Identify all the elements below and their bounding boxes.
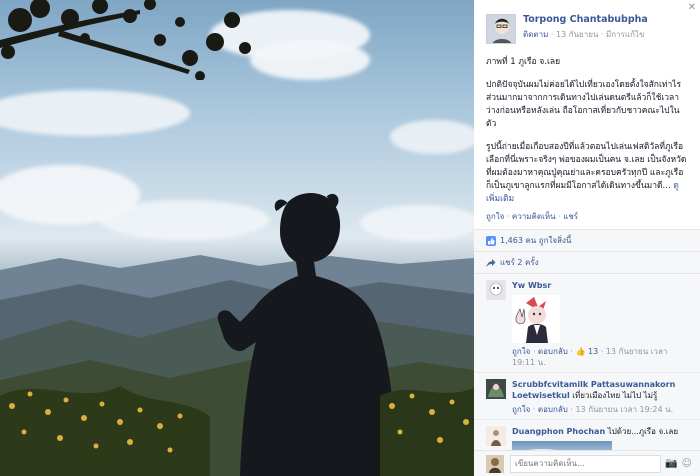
commenter-name[interactable]: Yw Wbsr [512,280,690,291]
cloud [390,120,474,154]
comment-input[interactable] [510,454,662,473]
like-count: 1,463 คน ถูกใจสิ่งนี้ [500,236,572,245]
post-paragraph: ปกติปัจจุบันผมไม่ค่อยได้ไปเที่ยวเองโดยตั… [486,80,682,129]
post-actions: ถูกใจ · ความคิดเห็น · แชร์ [486,212,579,221]
post-stats: 1,463 คน ถูกใจสิ่งนี้ แชร์ 2 ครั้ง [474,229,700,274]
comment-reply-button[interactable]: ตอบกลับ [538,405,568,414]
commenter-avatar[interactable] [486,426,506,446]
like-icon [486,235,496,246]
comment-time[interactable]: 13 กันยายน เวลา 19:24 น. [575,405,673,414]
like-button[interactable]: ถูกใจ [486,212,504,221]
commenter-name[interactable]: Duangphon Phochan [512,427,605,436]
comment-like-button[interactable]: ถูกใจ [512,405,530,414]
cloud [250,40,370,80]
like-count-row[interactable]: 1,463 คน ถูกใจสิ่งนี้ [474,230,700,252]
photo[interactable] [0,0,474,476]
comment-meta: ถูกใจ · ตอบกลับ · 13 กันยายน เวลา 19:24 … [512,405,674,414]
comment: Scrubbfcvitamilk Pattasuwannakorn Loetwi… [474,373,700,420]
flower-foliage [0,386,474,476]
photo-viewer: ✕ Torpong Chantabubpha ติดตาม · 13 กันยา… [0,0,700,476]
comment-text: เที่ยวเมืองไทย ไม่ไป ไม่รู้ [572,391,658,400]
emoji-icon[interactable]: ☺ [682,458,692,469]
comment-button[interactable]: ความคิดเห็น [512,212,556,221]
post-date[interactable]: 13 กันยายน [556,30,598,39]
tree-branches [0,0,251,80]
post-header: Torpong Chantabubpha ติดตาม · 13 กันยายน… [474,0,700,52]
user-avatar [486,454,504,473]
edited-label[interactable]: มีการแก้ไข [606,30,644,39]
author-name[interactable]: Torpong Chantabubpha [523,14,648,25]
share-icon [486,258,496,267]
close-icon[interactable]: ✕ [688,2,696,13]
comment-composer: 📷 ☺ [474,450,700,476]
follow-link[interactable]: ติดตาม [523,30,548,39]
share-count: แชร์ 2 ครั้ง [500,258,539,267]
post-body: ภาพที่ 1 ภูเรือ จ.เลย ปกติปัจจุบันผมไม่ค… [474,52,700,206]
post-panel: ✕ Torpong Chantabubpha ติดตาม · 13 กันยา… [474,0,700,476]
comment-text: ไปด้วย...ภูเรือ จ.เลย [607,427,678,436]
comment-like-count[interactable]: 13 [588,347,598,356]
author-avatar[interactable] [486,14,516,44]
comment: Yw Wbsr ถูกใจ · ตอบกลับ · 👍 13 · 13 กันย… [474,274,700,373]
comment-meta: ถูกใจ · ตอบกลับ · 👍 13 · 13 กันยายน เวลา… [512,347,668,367]
like-icon: 👍 [575,347,586,356]
post-title: ภาพที่ 1 ภูเรือ จ.เลย [486,57,561,67]
commenter-avatar[interactable] [486,280,506,300]
comment-reply-button[interactable]: ตอบกลับ [538,347,568,356]
share-count-row[interactable]: แชร์ 2 ครั้ง [474,252,700,274]
post-paragraph: รูปนี้ถ่ายเมื่อเกือบสองปีที่แล้วตอนไปเล่… [486,142,687,204]
comment-like-button[interactable]: ถูกใจ [512,347,530,356]
post-meta: ติดตาม · 13 กันยายน · มีการแก้ไข [523,30,645,39]
camera-icon[interactable]: 📷 [665,458,677,469]
sticker-image [512,295,560,343]
cloud [0,90,190,136]
commenter-avatar[interactable] [486,379,506,399]
share-button[interactable]: แชร์ [563,212,578,221]
